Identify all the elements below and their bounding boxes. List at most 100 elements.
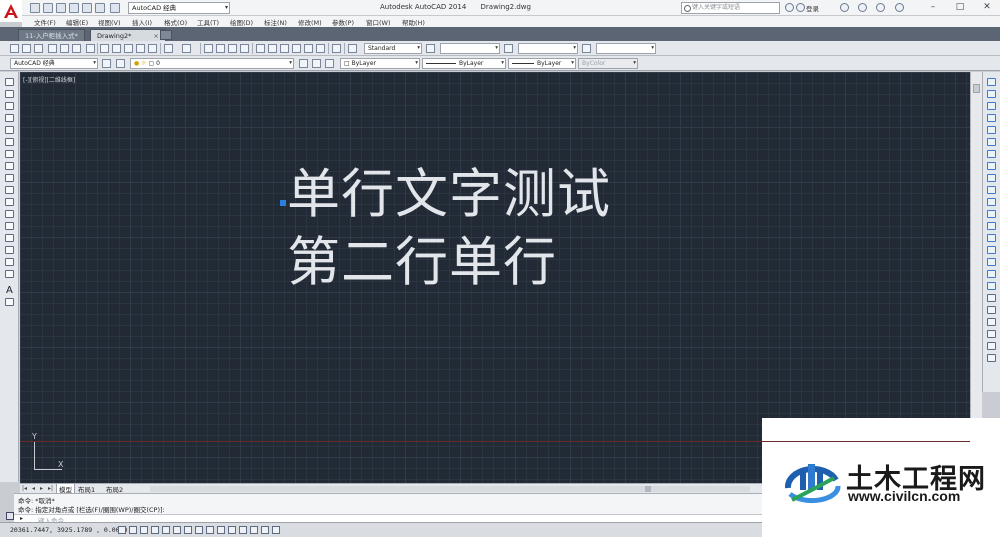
lineweight-dropdown[interactable]: ByLayer ▾: [508, 58, 576, 69]
open-icon[interactable]: [43, 3, 53, 13]
fillet-icon[interactable]: [987, 258, 996, 266]
save-as-icon[interactable]: [69, 3, 79, 13]
trim-icon[interactable]: [987, 186, 996, 194]
qnew-icon[interactable]: [10, 44, 19, 53]
polar-tracking-icon[interactable]: [162, 526, 170, 534]
object-snap-tracking-icon[interactable]: [195, 526, 203, 534]
previous-layout-icon[interactable]: ◂: [32, 485, 35, 492]
single-line-text-2[interactable]: 第二行单行: [287, 220, 557, 296]
plot-preview-icon[interactable]: [60, 44, 69, 53]
menu-dimension[interactable]: 标注(N): [264, 17, 287, 27]
send-under-icon[interactable]: [987, 342, 996, 350]
polygon-icon[interactable]: [5, 114, 14, 122]
autodesk360-icon[interactable]: [858, 3, 867, 12]
plot-icon[interactable]: [82, 3, 92, 13]
customize-icon[interactable]: [6, 512, 14, 520]
dynamic-ucs-icon[interactable]: [206, 526, 214, 534]
text-above-icon[interactable]: [987, 354, 996, 362]
single-line-text-1[interactable]: 单行文字测试: [287, 152, 611, 228]
workspace-dropdown[interactable]: AutoCAD 经典 ▾: [128, 2, 230, 14]
dynamic-input-icon[interactable]: [217, 526, 225, 534]
ellipse-icon[interactable]: [5, 186, 14, 194]
paste-icon[interactable]: [124, 44, 133, 53]
color-dropdown[interactable]: □ ByLayer ▾: [340, 58, 420, 69]
design-center-icon[interactable]: [268, 44, 277, 53]
quick-properties-icon[interactable]: [250, 526, 258, 534]
autocad-app-menu-icon[interactable]: [0, 0, 22, 22]
cut-icon[interactable]: [100, 44, 109, 53]
region-icon[interactable]: [5, 270, 14, 278]
tool-palettes-icon[interactable]: [280, 44, 289, 53]
arc-icon[interactable]: [5, 138, 14, 146]
stretch-icon[interactable]: [987, 174, 996, 182]
undo-icon[interactable]: [95, 3, 105, 13]
multileader-style-dropdown[interactable]: ▾: [596, 43, 656, 54]
transparency-icon[interactable]: [239, 526, 247, 534]
tab-document-2[interactable]: Drawing2* ×: [90, 29, 166, 41]
search-input[interactable]: 键入关键字或短语: [681, 2, 780, 14]
layer-state-icon[interactable]: [325, 59, 334, 68]
extend-icon[interactable]: [987, 198, 996, 206]
point-icon[interactable]: [5, 234, 14, 242]
blend-curves-icon[interactable]: [987, 270, 996, 278]
bring-above-icon[interactable]: [987, 330, 996, 338]
scale-icon[interactable]: [987, 162, 996, 170]
redo-icon[interactable]: [182, 44, 191, 53]
ortho-mode-icon[interactable]: [151, 526, 159, 534]
help-icon[interactable]: [895, 3, 904, 12]
annotation-monitor-icon[interactable]: [272, 526, 280, 534]
minimize-button[interactable]: –: [920, 0, 946, 16]
infer-constraints-icon[interactable]: [118, 526, 126, 534]
text-grip-point[interactable]: [280, 200, 286, 206]
make-current-layer-icon[interactable]: [299, 59, 308, 68]
send-to-back-icon[interactable]: [987, 318, 996, 326]
command-menu-icon[interactable]: ▸: [20, 515, 23, 522]
mirror-icon[interactable]: [987, 102, 996, 110]
multiline-text-icon[interactable]: A: [6, 285, 13, 296]
text-style-dropdown[interactable]: Standard ▾: [364, 43, 422, 54]
redo-icon[interactable]: [110, 3, 120, 13]
ellipse-arc-icon[interactable]: [5, 198, 14, 206]
text-style-icon[interactable]: [348, 44, 357, 53]
menu-insert[interactable]: 插入(I): [132, 17, 152, 27]
rotate-icon[interactable]: [987, 150, 996, 158]
scrollbar-thumb[interactable]: [645, 486, 651, 492]
snap-mode-icon[interactable]: [129, 526, 137, 534]
revision-cloud-icon[interactable]: [5, 162, 14, 170]
copy-object-icon[interactable]: [987, 90, 996, 98]
gradient-icon[interactable]: [5, 258, 14, 266]
menu-window[interactable]: 窗口(W): [366, 17, 391, 27]
spline-icon[interactable]: [5, 174, 14, 182]
save-icon[interactable]: [34, 44, 43, 53]
pan-icon[interactable]: [204, 44, 213, 53]
user-icon[interactable]: [796, 3, 805, 12]
menu-help[interactable]: 帮助(H): [402, 17, 425, 27]
layer-properties-icon[interactable]: [116, 59, 125, 68]
table-style-icon[interactable]: [504, 44, 513, 53]
insert-block-icon[interactable]: [5, 210, 14, 218]
block-editor-icon[interactable]: [148, 44, 157, 53]
menu-draw[interactable]: 绘图(D): [230, 17, 253, 27]
erase-icon[interactable]: [987, 78, 996, 86]
last-layout-icon[interactable]: ▸|: [48, 485, 53, 492]
first-layout-icon[interactable]: |◂: [22, 485, 27, 492]
3d-object-snap-icon[interactable]: [184, 526, 192, 534]
open-icon[interactable]: [22, 44, 31, 53]
sheet-set-icon[interactable]: [292, 44, 301, 53]
polyline-icon[interactable]: [5, 102, 14, 110]
coordinates-readout[interactable]: 20361.7447, 3925.1789 , 0.0000: [10, 526, 127, 534]
break-at-point-icon[interactable]: [987, 210, 996, 218]
break-icon[interactable]: [987, 222, 996, 230]
join-icon[interactable]: [987, 234, 996, 242]
publish-icon[interactable]: [72, 44, 81, 53]
search-icon[interactable]: [785, 3, 794, 12]
calculator-icon[interactable]: [316, 44, 325, 53]
viewport-controls[interactable]: [-][俯视][二维线框]: [23, 75, 75, 84]
maximize-button[interactable]: □: [947, 0, 973, 16]
menu-format[interactable]: 格式(O): [164, 17, 187, 27]
match-properties-icon[interactable]: [136, 44, 145, 53]
3dprint-icon[interactable]: [86, 44, 95, 53]
chamfer-icon[interactable]: [987, 246, 996, 254]
hatch-icon[interactable]: [5, 246, 14, 254]
menu-modify[interactable]: 修改(M): [298, 17, 322, 27]
